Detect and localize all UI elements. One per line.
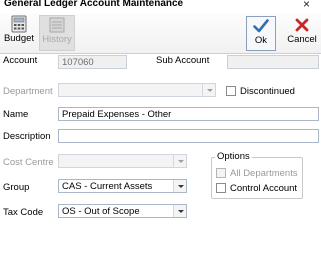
control-account-checkbox[interactable] (216, 183, 226, 193)
description-field[interactable] (58, 129, 319, 143)
tax-code-value: OS - Out of Scope (62, 206, 140, 217)
checkmark-icon (253, 19, 269, 33)
cancel-button[interactable]: Cancel (284, 16, 320, 51)
ok-button[interactable]: Ok (246, 16, 276, 51)
name-field[interactable]: Prepaid Expenses - Other (58, 107, 319, 121)
tax-code-select[interactable]: OS - Out of Scope (58, 204, 187, 218)
chevron-down-icon[interactable] (173, 205, 186, 217)
description-label: Description (3, 131, 51, 142)
chevron-down-icon[interactable] (202, 84, 215, 96)
all-departments-checkbox[interactable] (216, 168, 226, 178)
sub-account-field[interactable] (227, 55, 319, 69)
toolbar: Budget History Ok Cancel (0, 13, 321, 53)
budget-button[interactable]: Budget (2, 15, 36, 51)
cost-centre-label: Cost Centre (3, 157, 54, 168)
ok-label: Ok (254, 35, 268, 46)
chevron-down-icon[interactable] (173, 155, 186, 167)
name-label: Name (3, 109, 29, 120)
group-label: Group (3, 182, 30, 193)
history-label: History (42, 34, 72, 45)
history-button[interactable]: History (39, 15, 75, 51)
cross-icon (295, 18, 309, 32)
cancel-label: Cancel (287, 34, 317, 45)
budget-label: Budget (3, 33, 35, 44)
department-label: Department (3, 86, 53, 97)
account-label: Account (3, 55, 38, 66)
department-select[interactable] (58, 83, 216, 97)
all-departments-label: All Departments (230, 168, 298, 179)
chevron-down-icon[interactable] (173, 180, 186, 192)
ledger-icon (49, 17, 65, 33)
account-field[interactable]: 107060 (58, 55, 127, 69)
sub-account-label: Sub Account (156, 55, 210, 66)
group-value: CAS - Current Assets (62, 181, 153, 192)
toolbar-divider (0, 53, 321, 54)
discontinued-label: Discontinued (240, 86, 295, 97)
calculator-icon (11, 15, 27, 33)
close-icon[interactable]: × (303, 0, 310, 11)
group-select[interactable]: CAS - Current Assets (58, 179, 187, 193)
options-title: Options (215, 151, 252, 162)
cost-centre-select[interactable] (58, 154, 187, 168)
title-bar: General Ledger Account Maintenance × (0, 0, 321, 13)
control-account-label: Control Account (230, 183, 298, 194)
tax-code-label: Tax Code (3, 207, 44, 218)
window-title: General Ledger Account Maintenance (4, 0, 184, 9)
discontinued-checkbox[interactable] (226, 86, 236, 96)
